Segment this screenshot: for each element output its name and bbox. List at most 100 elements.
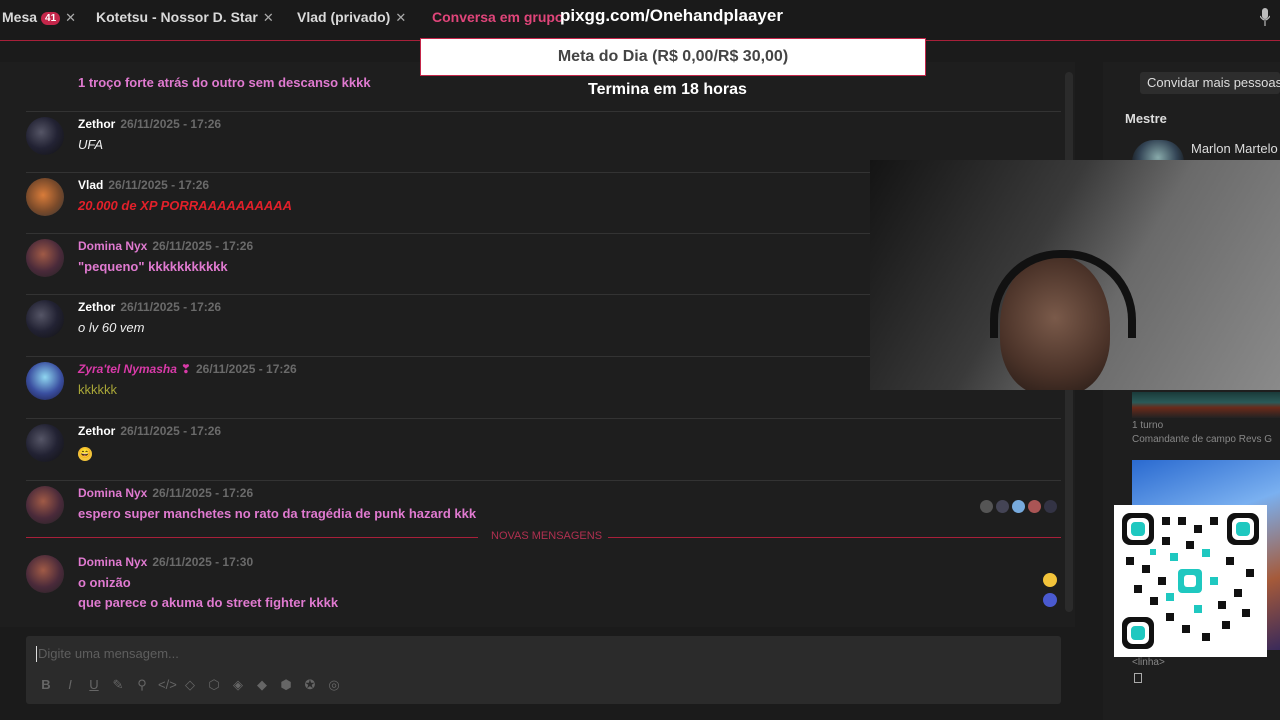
- message-header: Domina Nyx 26/11/2025 - 17:26: [78, 239, 253, 253]
- author-name[interactable]: Vlad: [78, 178, 103, 192]
- character-name: Comandante de campo Revs G: [1132, 434, 1273, 445]
- message-header: Zethor 26/11/2025 - 17:26: [78, 300, 221, 314]
- timestamp: 26/11/2025 - 17:26: [108, 178, 210, 192]
- message-text: UFA: [78, 137, 104, 152]
- formatting-toolbar: B I U ✎ ⚲ </> ◇ ⬡ ◈ ◆ ⬢ ✪ ◎: [38, 677, 342, 693]
- unread-badge: 41: [41, 12, 61, 25]
- d12-dice-icon[interactable]: ⬢: [278, 677, 294, 693]
- author-name[interactable]: Zethor: [78, 117, 115, 131]
- headset: [990, 250, 1136, 338]
- author-name[interactable]: Domina Nyx: [78, 555, 147, 569]
- message-header: Vlad 26/11/2025 - 17:26: [78, 178, 209, 192]
- message-text: "pequeno" kkkkkkkkkkk: [78, 259, 228, 274]
- attachment-icon[interactable]: ⚲: [134, 677, 150, 693]
- chat-message: Zethor 26/11/2025 - 17:26 😄: [26, 418, 1061, 474]
- chat-message: Domina Nyx 26/11/2025 - 17:26 espero supe…: [26, 480, 1061, 530]
- close-icon[interactable]: ✕: [395, 10, 406, 25]
- reader-avatar[interactable]: [1044, 500, 1057, 513]
- author-name[interactable]: Domina Nyx: [78, 239, 147, 253]
- read-receipts: [980, 500, 1057, 513]
- avatar[interactable]: [26, 362, 64, 400]
- reader-avatar[interactable]: [980, 500, 993, 513]
- message-header: Domina Nyx 26/11/2025 - 17:30: [78, 555, 253, 569]
- tab-kotetsu-label: Kotetsu - Nossor D. Star: [96, 9, 258, 25]
- message-text: 20.000 de XP PORRAAAAAAAAAA: [78, 198, 293, 213]
- microphone-icon[interactable]: [1260, 8, 1270, 26]
- tab-conversa-em-grupo[interactable]: Conversa em grupo: [432, 9, 563, 25]
- donation-url: pixgg.com/Onehandplaayer: [560, 6, 783, 25]
- tab-kotetsu[interactable]: Kotetsu - Nossor D. Star ✕: [96, 9, 274, 26]
- tab-vlad[interactable]: Vlad (privado) ✕: [297, 9, 406, 26]
- code-icon[interactable]: </>: [158, 677, 177, 693]
- timestamp: 26/11/2025 - 17:26: [120, 424, 222, 438]
- reader-avatar[interactable]: [1028, 500, 1041, 513]
- master-name[interactable]: Marlon Martelo: [1191, 141, 1278, 156]
- avatar[interactable]: [26, 424, 64, 462]
- message-text: o onizão: [78, 575, 131, 590]
- new-messages-divider: NOVAS MENSAGENS: [26, 530, 1061, 542]
- close-icon[interactable]: ✕: [263, 10, 274, 25]
- message-header: Zyra'tel Nymasha ❣ 26/11/2025 - 17:26: [78, 362, 297, 376]
- message-header: Domina Nyx 26/11/2025 - 17:26: [78, 486, 253, 500]
- reader-avatar[interactable]: [996, 500, 1009, 513]
- message-text: kkkkkk: [78, 382, 117, 397]
- daily-goal: Meta do Dia (R$ 0,00/R$ 30,00): [420, 38, 926, 76]
- qr-code: [1114, 505, 1267, 657]
- reaction-emoji-icon[interactable]: [1043, 573, 1057, 587]
- timestamp: 26/11/2025 - 17:26: [195, 362, 297, 376]
- divider-line: [608, 537, 1061, 538]
- tab-mesa-label: Mesa: [2, 9, 38, 25]
- qr-code-icon: [1122, 513, 1259, 649]
- message-input[interactable]: Digite uma mensagem...: [38, 646, 179, 661]
- reader-avatar[interactable]: [1012, 500, 1025, 513]
- turn-label: 1 turno: [1132, 420, 1164, 431]
- timestamp: 26/11/2025 - 17:26: [120, 117, 222, 131]
- message-composer: Digite uma mensagem... B I U ✎ ⚲ </> ◇ ⬡…: [26, 636, 1061, 704]
- bold-icon[interactable]: B: [38, 677, 54, 693]
- avatar[interactable]: [26, 555, 64, 593]
- daily-goal-label: Meta do Dia (R$ 0,00/R$ 30,00): [557, 48, 789, 65]
- message-text: 1 troço forte atrás do outro sem descans…: [78, 75, 371, 90]
- avatar[interactable]: [26, 239, 64, 277]
- d20-dice-icon[interactable]: ✪: [302, 677, 318, 693]
- d10-dice-icon[interactable]: ◆: [254, 677, 270, 693]
- checkbox[interactable]: [1134, 673, 1142, 683]
- avatar[interactable]: [26, 117, 64, 155]
- message-header: Zethor 26/11/2025 - 17:26: [78, 117, 221, 131]
- heart-icon: ❣: [180, 362, 191, 376]
- italic-icon[interactable]: I: [62, 677, 78, 693]
- tab-mesa[interactable]: Mesa 41 ✕: [2, 9, 76, 26]
- d100-dice-icon[interactable]: ◎: [326, 677, 342, 693]
- author-name[interactable]: Domina Nyx: [78, 486, 147, 500]
- timestamp: 26/11/2025 - 17:30: [152, 555, 254, 569]
- author-name[interactable]: Zethor: [78, 424, 115, 438]
- divider-line: [26, 537, 478, 538]
- author-name[interactable]: Zethor: [78, 300, 115, 314]
- message-header: Zethor 26/11/2025 - 17:26: [78, 424, 221, 438]
- goal-ends-label: Termina em 18 horas: [588, 81, 747, 98]
- message-divider: [26, 418, 1061, 419]
- avatar[interactable]: [26, 300, 64, 338]
- invite-button[interactable]: Convidar mais pessoas: [1140, 72, 1280, 94]
- scene-thumbnail[interactable]: [1132, 392, 1280, 418]
- chat-message: Domina Nyx 26/11/2025 - 17:30 o onizão qu…: [26, 555, 1061, 615]
- text-caret: [36, 646, 37, 662]
- d4-dice-icon[interactable]: ◇: [182, 677, 198, 693]
- d8-dice-icon[interactable]: ◈: [230, 677, 246, 693]
- underline-icon[interactable]: U: [86, 677, 102, 693]
- avatar[interactable]: [26, 486, 64, 524]
- message-text: 😄: [78, 444, 92, 461]
- author-name[interactable]: Zyra'tel Nymasha: [78, 362, 177, 376]
- grinning-emoji-icon: 😄: [78, 447, 92, 461]
- message-text-line2: que parece o akuma do street fighter kkk…: [78, 595, 339, 610]
- timestamp: 26/11/2025 - 17:26: [152, 239, 254, 253]
- tab-conversa-label: Conversa em grupo: [432, 9, 564, 25]
- message-text: o lv 60 vem: [78, 320, 145, 335]
- highlight-icon[interactable]: ✎: [110, 677, 126, 693]
- reader-avatar[interactable]: [1043, 593, 1057, 607]
- avatar[interactable]: [26, 178, 64, 216]
- message-divider: [26, 480, 1061, 481]
- close-icon[interactable]: ✕: [65, 10, 76, 25]
- new-messages-label: NOVAS MENSAGENS: [491, 530, 603, 542]
- d6-dice-icon[interactable]: ⬡: [206, 677, 222, 693]
